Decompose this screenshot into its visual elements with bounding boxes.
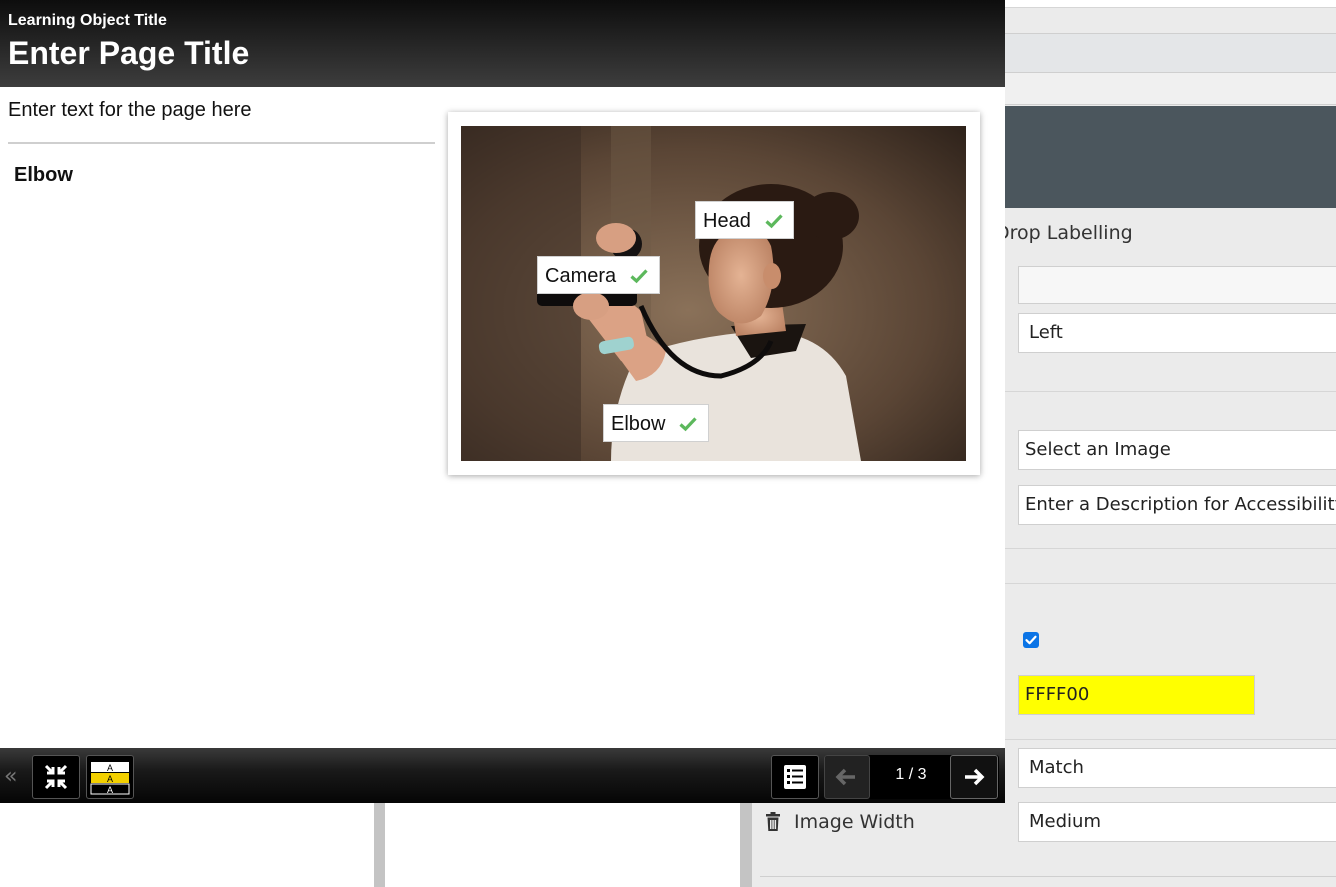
editor-panel-title: Drop Labelling [995,222,1133,244]
contrast-button[interactable]: A A A [86,755,134,799]
trash-icon[interactable] [765,812,781,832]
column-gutter [374,803,385,887]
editor-subtoolbar [1005,73,1336,105]
preview-header: Learning Object Title Enter Page Title [0,0,1005,87]
hotspot-head[interactable]: Head [695,201,794,239]
checkmark-icon [679,417,698,432]
editor-toolbar [1005,33,1336,73]
divider [1005,583,1336,584]
hotspot-elbow[interactable]: Elbow [603,404,709,442]
hotspot-label: Elbow [611,413,666,435]
page-text: Enter text for the page here [8,99,252,121]
match-select[interactable]: Match [1018,748,1336,788]
checkmark-icon [765,214,783,229]
svg-text:A: A [107,763,113,773]
divider [1005,391,1336,392]
minimize-icon [44,764,68,790]
next-page-button[interactable] [950,755,998,799]
arrow-right-icon [965,768,985,786]
list-icon [784,765,806,789]
hotspot-label: Head [703,210,751,232]
hotspot-label: Camera [545,265,617,287]
previous-page-button[interactable] [824,755,870,799]
editor-header [1005,106,1336,208]
preview-window: Learning Object Title Enter Page Title E… [0,0,1005,803]
collapse-icon[interactable]: « [4,764,17,789]
editor-column [0,803,374,887]
editor-column [385,803,740,887]
highlight-color-input[interactable]: FFFF00 [1018,675,1255,715]
hotspot-camera[interactable]: Camera [537,256,660,294]
divider [1005,548,1336,549]
description-input[interactable]: Enter a Description for Accessibility [1018,485,1336,525]
column-gutter [740,803,752,887]
divider [760,876,1336,877]
checkmark-icon [1025,635,1037,645]
page-list-button[interactable] [771,755,819,799]
image-width-label: Image Width [794,811,915,833]
learning-object-title: Learning Object Title [8,12,167,29]
draggable-label[interactable]: Elbow [14,164,73,187]
arrow-left-icon [835,768,855,786]
empty-field[interactable] [1018,266,1336,304]
option-checkbox[interactable] [1023,632,1039,648]
contrast-icon: A A A [90,762,130,795]
page-title: Enter Page Title [8,35,250,71]
page-counter: 1 / 3 [895,766,927,783]
checkmark-icon [630,269,648,284]
image-select[interactable]: Select an Image [1018,430,1336,470]
position-select[interactable]: Left [1018,313,1336,353]
editor-top-bar [1005,0,1336,8]
divider [8,142,435,144]
svg-text:A: A [107,774,113,784]
minimize-button[interactable] [32,755,80,799]
svg-text:A: A [107,785,113,795]
image-width-select[interactable]: Medium [1018,802,1336,842]
divider [1005,739,1336,740]
